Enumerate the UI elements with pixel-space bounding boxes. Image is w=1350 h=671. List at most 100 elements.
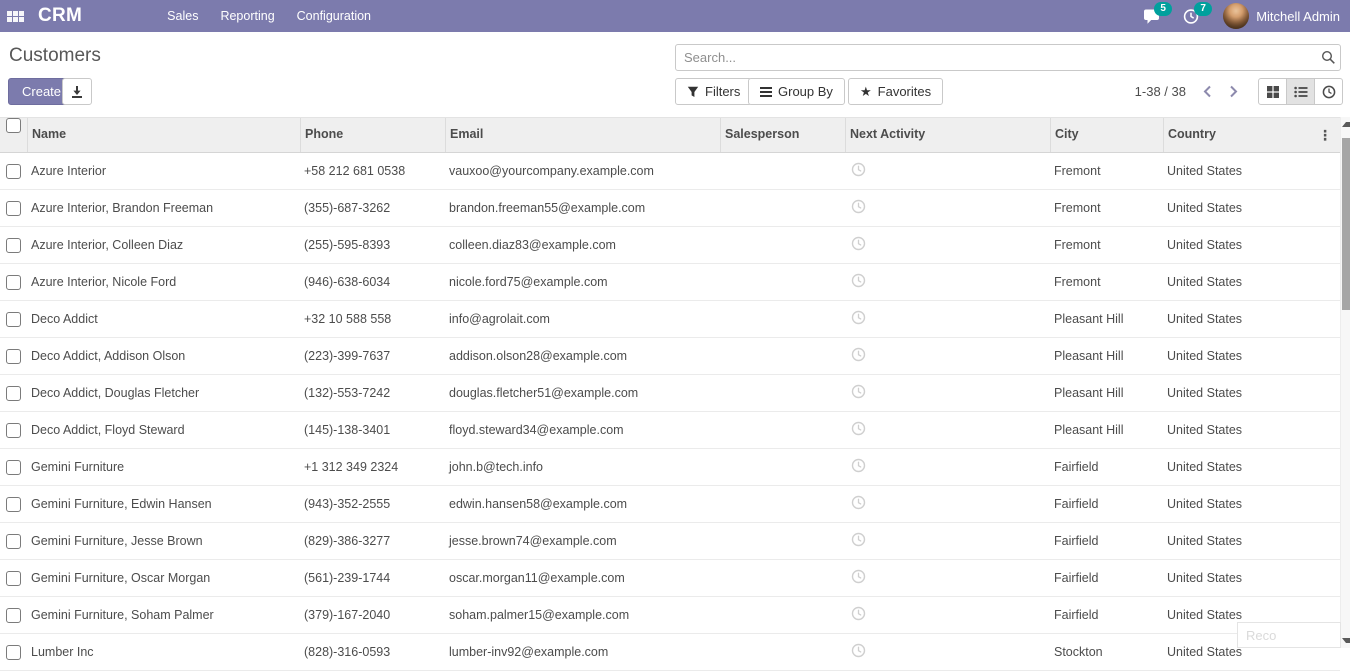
column-options-button[interactable]: ⋮: [1316, 128, 1334, 142]
column-header-country[interactable]: Country: [1163, 118, 1272, 152]
cell-name: Gemini Furniture, Edwin Hansen: [27, 497, 300, 511]
next-activity-clock-icon[interactable]: [851, 347, 866, 362]
table-row[interactable]: Lumber Inc (828)-316-0593 lumber-inv92@e…: [0, 634, 1340, 671]
pager-next-button[interactable]: [1224, 78, 1242, 105]
app-brand[interactable]: CRM: [38, 5, 82, 27]
row-checkbox[interactable]: [6, 164, 21, 179]
cell-city: Fairfield: [1050, 534, 1163, 548]
favorites-button[interactable]: ★ Favorites: [848, 78, 943, 105]
scrollbar-up-arrow[interactable]: [1342, 122, 1350, 127]
menu-configuration[interactable]: Configuration: [286, 0, 382, 32]
next-activity-clock-icon[interactable]: [851, 569, 866, 584]
cell-email: edwin.hansen58@example.com: [445, 497, 720, 511]
messages-button[interactable]: 5: [1143, 7, 1163, 25]
apps-menu-button[interactable]: [0, 0, 30, 32]
scrollbar-thumb[interactable]: [1342, 138, 1350, 310]
user-menu-button[interactable]: Mitchell Admin: [1223, 3, 1340, 29]
cell-city: Pleasant Hill: [1050, 312, 1163, 326]
cell-email: vauxoo@yourcompany.example.com: [445, 164, 720, 178]
cell-city: Pleasant Hill: [1050, 423, 1163, 437]
cell-country: United States: [1163, 238, 1272, 252]
next-activity-clock-icon[interactable]: [851, 495, 866, 510]
next-activity-clock-icon[interactable]: [851, 643, 866, 658]
row-checkbox[interactable]: [6, 423, 21, 438]
table-row[interactable]: Azure Interior, Brandon Freeman (355)-68…: [0, 190, 1340, 227]
table-row[interactable]: Gemini Furniture +1 312 349 2324 john.b@…: [0, 449, 1340, 486]
column-header-next-activity[interactable]: Next Activity: [845, 118, 1050, 152]
search-icon[interactable]: [1316, 50, 1340, 65]
next-activity-clock-icon[interactable]: [851, 236, 866, 251]
next-activity-clock-icon[interactable]: [851, 421, 866, 436]
next-activity-clock-icon[interactable]: [851, 310, 866, 325]
cell-country: United States: [1163, 571, 1272, 585]
row-checkbox[interactable]: [6, 460, 21, 475]
cell-phone: (255)-595-8393: [300, 238, 445, 252]
cell-name: Gemini Furniture, Soham Palmer: [27, 608, 300, 622]
table-row[interactable]: Deco Addict, Addison Olson (223)-399-763…: [0, 338, 1340, 375]
next-activity-clock-icon[interactable]: [851, 199, 866, 214]
table-row[interactable]: Gemini Furniture, Jesse Brown (829)-386-…: [0, 523, 1340, 560]
column-header-email[interactable]: Email: [445, 118, 720, 152]
row-checkbox[interactable]: [6, 608, 21, 623]
row-checkbox[interactable]: [6, 275, 21, 290]
table-row[interactable]: Deco Addict, Floyd Steward (145)-138-340…: [0, 412, 1340, 449]
cell-phone: (355)-687-3262: [300, 201, 445, 215]
export-button[interactable]: [62, 78, 92, 105]
cell-city: Fairfield: [1050, 608, 1163, 622]
row-checkbox[interactable]: [6, 201, 21, 216]
pager-previous-button[interactable]: [1198, 78, 1216, 105]
table-row[interactable]: Gemini Furniture, Oscar Morgan (561)-239…: [0, 560, 1340, 597]
messages-count-badge: 5: [1154, 2, 1172, 16]
table-row[interactable]: Azure Interior, Nicole Ford (946)-638-60…: [0, 264, 1340, 301]
table-row[interactable]: Deco Addict, Douglas Fletcher (132)-553-…: [0, 375, 1340, 412]
row-checkbox[interactable]: [6, 497, 21, 512]
row-checkbox[interactable]: [6, 645, 21, 660]
table-row[interactable]: Azure Interior +58 212 681 0538 vauxoo@y…: [0, 153, 1340, 190]
row-checkbox[interactable]: [6, 349, 21, 364]
column-header-name[interactable]: Name: [27, 118, 300, 152]
cell-country: United States: [1163, 423, 1272, 437]
next-activity-clock-icon[interactable]: [851, 606, 866, 621]
vertical-scrollbar[interactable]: [1340, 117, 1350, 648]
cell-name: Deco Addict, Floyd Steward: [27, 423, 300, 437]
cell-email: oscar.morgan11@example.com: [445, 571, 720, 585]
table-row[interactable]: Deco Addict +32 10 588 558 info@agrolait…: [0, 301, 1340, 338]
next-activity-clock-icon[interactable]: [851, 273, 866, 288]
filters-label: Filters: [705, 84, 740, 99]
column-header-phone[interactable]: Phone: [300, 118, 445, 152]
cell-name: Azure Interior, Colleen Diaz: [27, 238, 300, 252]
activities-button[interactable]: 7: [1183, 7, 1203, 25]
table-row[interactable]: Gemini Furniture, Soham Palmer (379)-167…: [0, 597, 1340, 634]
menu-reporting[interactable]: Reporting: [209, 0, 285, 32]
next-activity-clock-icon[interactable]: [851, 458, 866, 473]
cell-country: United States: [1163, 201, 1272, 215]
row-checkbox[interactable]: [6, 571, 21, 586]
row-checkbox[interactable]: [6, 534, 21, 549]
kanban-view-button[interactable]: [1259, 79, 1286, 104]
next-activity-clock-icon[interactable]: [851, 384, 866, 399]
table-row[interactable]: Azure Interior, Colleen Diaz (255)-595-8…: [0, 227, 1340, 264]
group-by-button[interactable]: Group By: [748, 78, 845, 105]
search-input[interactable]: [676, 50, 1316, 65]
cell-email: john.b@tech.info: [445, 460, 720, 474]
row-checkbox[interactable]: [6, 312, 21, 327]
cell-phone: (561)-239-1744: [300, 571, 445, 585]
row-checkbox[interactable]: [6, 238, 21, 253]
pager-range[interactable]: 1-38 / 38: [1110, 78, 1186, 105]
cell-city: Pleasant Hill: [1050, 349, 1163, 363]
cell-email: brandon.freeman55@example.com: [445, 201, 720, 215]
menu-sales[interactable]: Sales: [156, 0, 209, 32]
next-activity-clock-icon[interactable]: [851, 162, 866, 177]
activity-view-button[interactable]: [1314, 79, 1342, 104]
column-header-city[interactable]: City: [1050, 118, 1163, 152]
cell-city: Fremont: [1050, 275, 1163, 289]
scrollbar-down-arrow[interactable]: [1342, 638, 1350, 643]
user-name: Mitchell Admin: [1256, 9, 1340, 24]
table-row[interactable]: Gemini Furniture, Edwin Hansen (943)-352…: [0, 486, 1340, 523]
row-checkbox[interactable]: [6, 386, 21, 401]
select-all-checkbox[interactable]: [6, 118, 21, 133]
next-activity-clock-icon[interactable]: [851, 532, 866, 547]
column-header-salesperson[interactable]: Salesperson: [720, 118, 845, 152]
list-view-button[interactable]: [1286, 79, 1314, 104]
filters-button[interactable]: Filters: [675, 78, 752, 105]
